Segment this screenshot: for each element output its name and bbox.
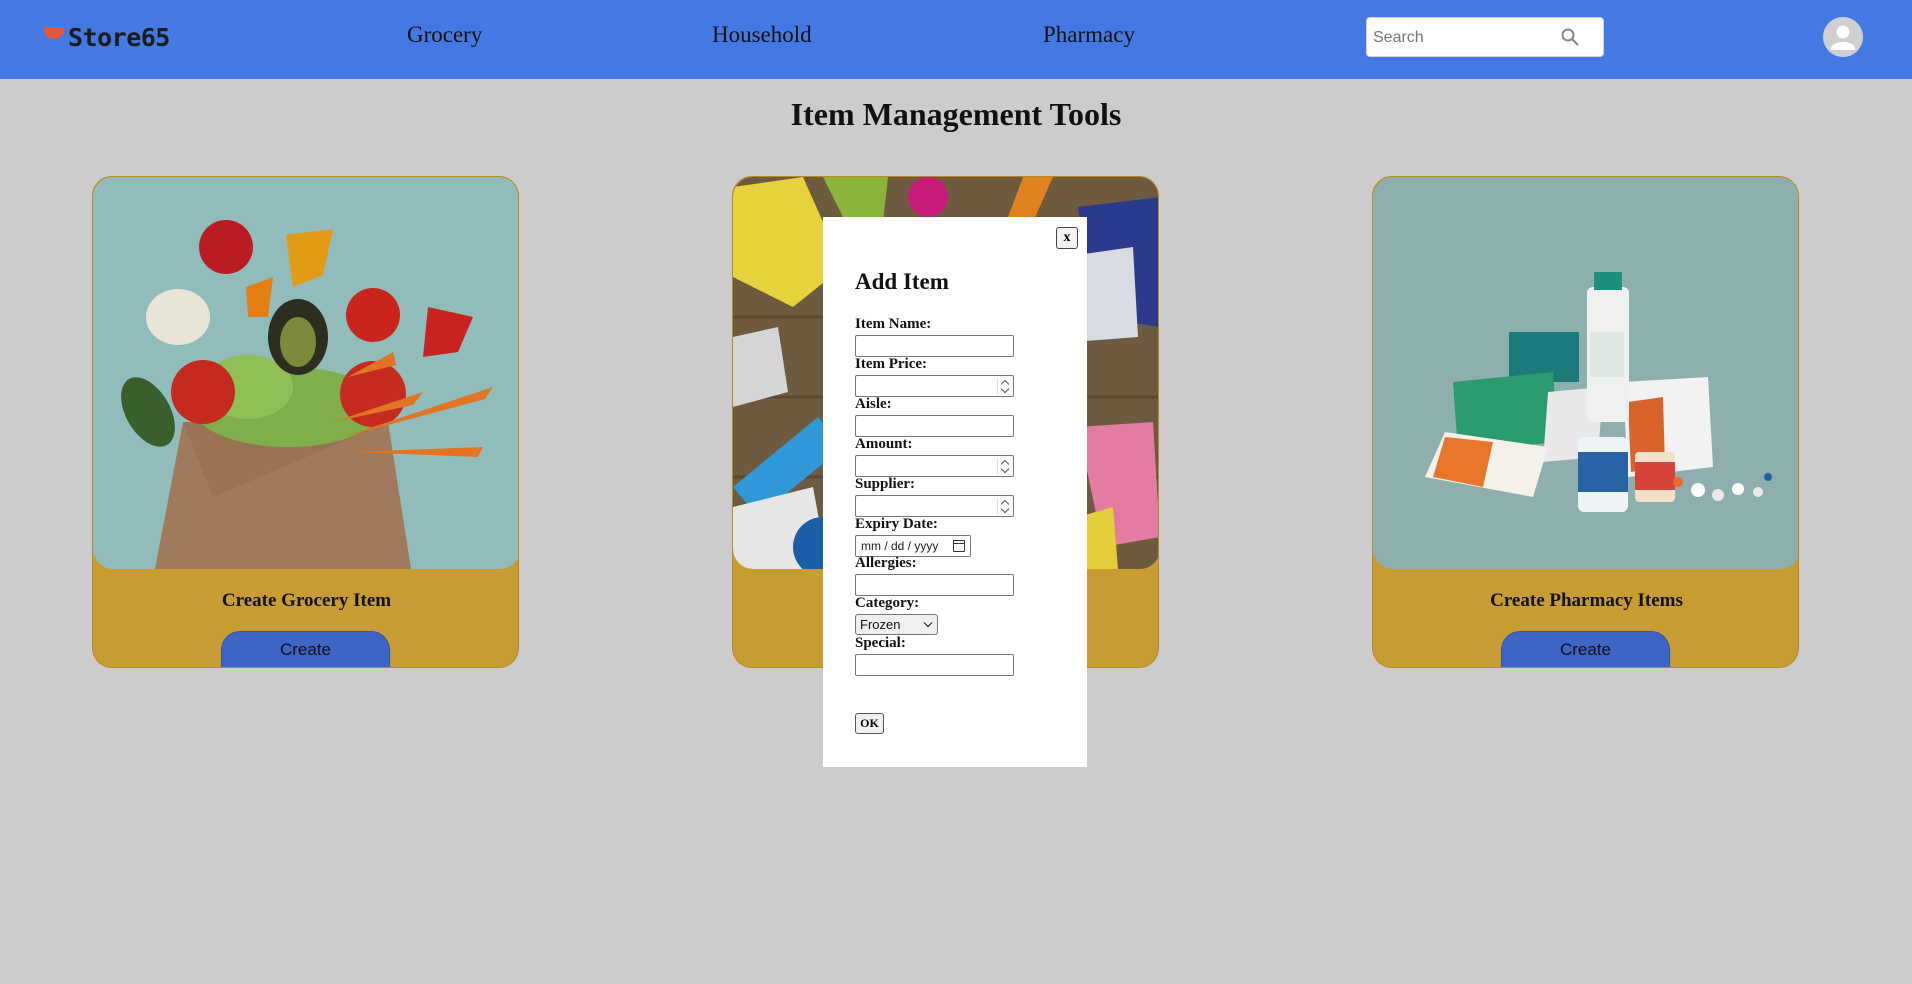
store-logo[interactable]: Store65 [44,22,170,52]
logo-text: Store65 [68,22,170,52]
date-placeholder: mm / dd / yyyy [861,539,939,553]
allergies-label: Allergies: [855,555,917,571]
grocery-card: Create Grocery Item Create [92,176,519,668]
nav-grocery[interactable]: Grocery [407,22,482,48]
special-label: Special: [855,635,906,651]
search-icon[interactable] [1560,27,1580,47]
card-title: Create Pharmacy Items [1490,590,1683,611]
item-price-label: Item Price: [855,356,928,372]
pharmacy-card: Create Pharmacy Items Create [1372,176,1799,668]
number-stepper-icon[interactable] [997,378,1011,394]
allergies-input[interactable] [855,574,1014,596]
logo-mark-icon [44,27,64,39]
card-title: Create Grocery Item [221,590,392,611]
expiry-date-input[interactable]: mm / dd / yyyy [855,535,971,557]
category-selected-value: Frozen [860,617,901,632]
aisle-input[interactable] [855,415,1014,437]
search-input[interactable] [1373,26,1553,50]
category-label: Category: [855,595,920,611]
item-name-input[interactable] [855,335,1014,357]
modal-title: Add Item [855,269,949,294]
aisle-label: Aisle: [855,396,892,412]
amount-label: Amount: [855,436,913,452]
create-grocery-button[interactable]: Create [221,631,390,667]
item-price-input[interactable] [855,375,1014,397]
category-select[interactable]: Frozen [855,614,938,635]
nav-pharmacy[interactable]: Pharmacy [1043,22,1135,48]
number-stepper-icon[interactable] [997,458,1011,474]
page-title: Item Management Tools [790,96,1122,132]
amount-input[interactable] [855,455,1014,477]
grocery-image [93,177,518,569]
pharmacy-image [1373,177,1798,569]
top-nav-bar: Store65 Grocery Household Pharmacy [0,0,1912,79]
calendar-icon[interactable] [953,540,965,552]
item-name-label: Item Name: [855,316,932,332]
supplier-label: Supplier: [855,476,916,492]
expiry-date-label: Expiry Date: [855,516,938,532]
add-item-modal: x Add Item Item Name: Item Price: Aisle:… [823,217,1087,767]
create-pharmacy-button[interactable]: Create [1501,631,1670,667]
special-input[interactable] [855,654,1014,676]
nav-household[interactable]: Household [712,22,812,48]
close-icon[interactable]: x [1056,227,1078,249]
chevron-down-icon [923,618,933,628]
supplier-input[interactable] [855,495,1014,517]
number-stepper-icon[interactable] [997,498,1011,514]
ok-button[interactable]: OK [855,713,884,734]
user-avatar-icon[interactable] [1823,17,1863,57]
